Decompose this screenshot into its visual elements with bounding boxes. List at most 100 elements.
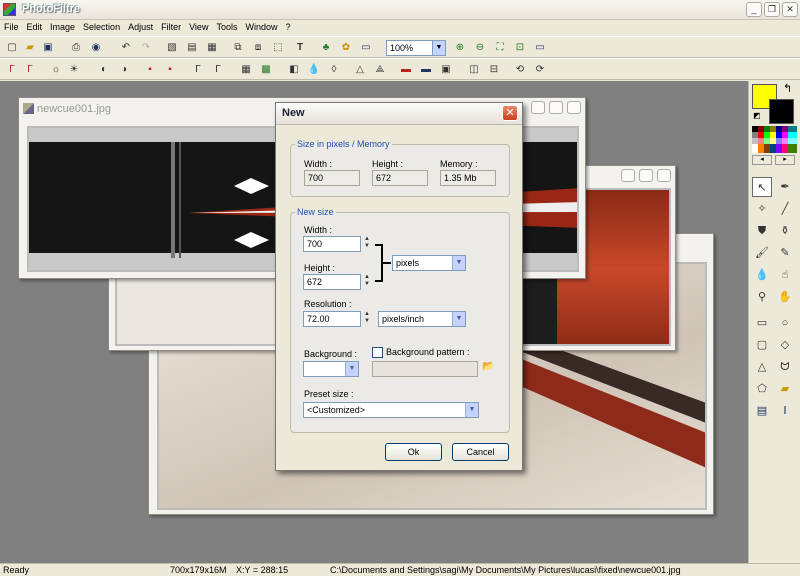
width-input[interactable]: 700 [303,236,361,252]
background-color-select[interactable]: ▼ [303,361,359,377]
copy-icon[interactable]: ▧ [164,40,180,56]
ellipse-shape-icon[interactable]: ○ [775,313,795,333]
eyedropper-icon[interactable]: ✒ [775,177,795,197]
rotate-right-icon[interactable]: ⟳ [532,62,548,78]
dialog-close-button[interactable]: ✕ [502,105,518,121]
menu-window[interactable]: Window [241,20,281,35]
line-icon[interactable]: ╱ [775,199,795,219]
menu-tools[interactable]: Tools [212,20,241,35]
menu-image[interactable]: Image [46,20,79,35]
hand-icon[interactable]: ✋ [775,287,795,307]
menu-filter[interactable]: Filter [157,20,185,35]
doc2-restore-button[interactable] [639,169,653,182]
doc1-close-button[interactable] [567,101,581,114]
open-folder-icon[interactable]: ▰ [22,40,38,56]
brush-icon[interactable]: 🖌 [752,243,772,263]
flip-icon[interactable]: ◧ [286,62,302,78]
select-arrow-icon[interactable]: ↖ [752,177,772,197]
undo-icon[interactable]: ↶ [118,40,134,56]
menu-edit[interactable]: Edit [23,20,47,35]
menu-selection[interactable]: Selection [79,20,124,35]
print-icon[interactable]: ⎙ [68,40,84,56]
fade-icon[interactable]: ▬ [418,62,434,78]
doc2-minimize-button[interactable] [621,169,635,182]
doc1-restore-button[interactable] [549,101,563,114]
emboss-icon[interactable]: ⟁ [372,62,388,78]
diamond-shape-icon[interactable]: ◇ [775,335,795,355]
open-shape-icon[interactable]: ▰ [775,379,795,399]
full-screen-icon[interactable]: ▭ [532,40,548,56]
resolution-spinner[interactable]: ▲ ▼ [362,311,372,327]
triangle-shape-icon[interactable]: △ [752,357,772,377]
height-spinner[interactable]: ▲ ▼ [362,274,372,290]
auto-levels-icon[interactable]: Γ [4,62,20,78]
grid-icon[interactable]: ▦ [238,62,254,78]
horizontal-select-icon[interactable]: ▤ [752,401,772,421]
saturation-minus-icon[interactable]: ▪ [142,62,158,78]
menu-adjust[interactable]: Adjust [124,20,157,35]
tree-icon[interactable]: ♣ [318,40,334,56]
brightness-plus-icon[interactable]: ☀ [66,62,82,78]
palette-next-button[interactable]: ▸ [775,155,795,165]
resolution-unit-select[interactable]: pixels/inch ▼ [378,311,466,327]
text-icon[interactable]: T [292,40,308,56]
preset-size-select[interactable]: <Customized> ▼ [303,402,479,418]
flip-vertical-icon[interactable]: ⊟ [486,62,502,78]
brightness-minus-icon[interactable]: ☼ [48,62,64,78]
zoom-select[interactable]: 100% ▼ [386,40,446,56]
polygon-shape-icon[interactable]: ⬠ [752,379,772,399]
fill-bucket-icon[interactable]: ⛊ [752,221,772,241]
cancel-button[interactable]: Cancel [452,443,509,461]
auto-contrast-icon[interactable]: Γ [22,62,38,78]
mosaic-icon[interactable]: ▩ [258,62,274,78]
menu-help[interactable]: ? [281,20,294,35]
zoom-in-icon[interactable]: ⊕ [452,40,468,56]
ok-button[interactable]: Ok [385,443,442,461]
save-icon[interactable]: ▣ [40,40,56,56]
contrast-minus-icon[interactable]: ◐ [96,62,112,78]
color-palette[interactable] [752,126,798,153]
crop-icon[interactable]: ⬚ [270,40,286,56]
palette-prev-button[interactable]: ◂ [752,155,772,165]
close-button[interactable]: ✕ [782,2,798,17]
swap-colors-icon[interactable]: ↰ [783,82,792,95]
width-spinner[interactable]: ▲ ▼ [362,236,372,252]
background-color-swatch[interactable] [769,99,794,124]
restore-button[interactable]: ❐ [764,2,780,17]
stamp-icon[interactable]: ⚲ [752,287,772,307]
spray-icon[interactable]: ⚱ [775,221,795,241]
fit-window-icon[interactable]: ⊡ [512,40,528,56]
window-icon[interactable]: ▭ [358,40,374,56]
resolution-input[interactable]: 72.00 [303,311,361,327]
rounded-rect-shape-icon[interactable]: ▢ [752,335,772,355]
blur-drop-icon[interactable]: 💧 [752,265,772,285]
default-colors-icon[interactable]: ◩ [753,111,761,120]
sharpen-more-icon[interactable]: △ [352,62,368,78]
contrast-plus-icon[interactable]: ◑ [116,62,132,78]
rotate-left-icon[interactable]: ⟲ [512,62,528,78]
sharpen-icon[interactable]: ◊ [326,62,342,78]
zoom-out-icon[interactable]: ⊖ [472,40,488,56]
mirror-icon[interactable]: ◫ [466,62,482,78]
height-input[interactable]: 672 [303,274,361,290]
saturation-plus-icon[interactable]: ▪ [162,62,178,78]
smudge-finger-icon[interactable]: ☝ [775,265,795,285]
paste-icon[interactable]: ▤ [184,40,200,56]
plugin-icon[interactable]: ✿ [338,40,354,56]
gamma-plus-icon[interactable]: Γ [210,62,226,78]
minimize-button[interactable]: _ [746,2,762,17]
canvas-size-icon[interactable]: ⧈ [250,40,266,56]
menu-file[interactable]: File [0,20,23,35]
image-size-icon[interactable]: ⧉ [230,40,246,56]
actual-size-icon[interactable]: ⛶ [492,40,508,56]
blur-icon[interactable]: 💧 [306,62,322,78]
background-pattern-checkbox[interactable] [372,347,383,358]
unit-select[interactable]: pixels ▼ [392,255,466,271]
paste-as-icon[interactable]: ▦ [204,40,220,56]
gamma-minus-icon[interactable]: Γ [190,62,206,78]
scan-icon[interactable]: ◉ [88,40,104,56]
advanced-brush-icon[interactable]: ✎ [775,243,795,263]
vertical-select-icon[interactable]: Ⅰ [775,401,795,421]
lasso-icon[interactable]: ᗢ [775,357,795,377]
redo-icon[interactable]: ↷ [138,40,154,56]
